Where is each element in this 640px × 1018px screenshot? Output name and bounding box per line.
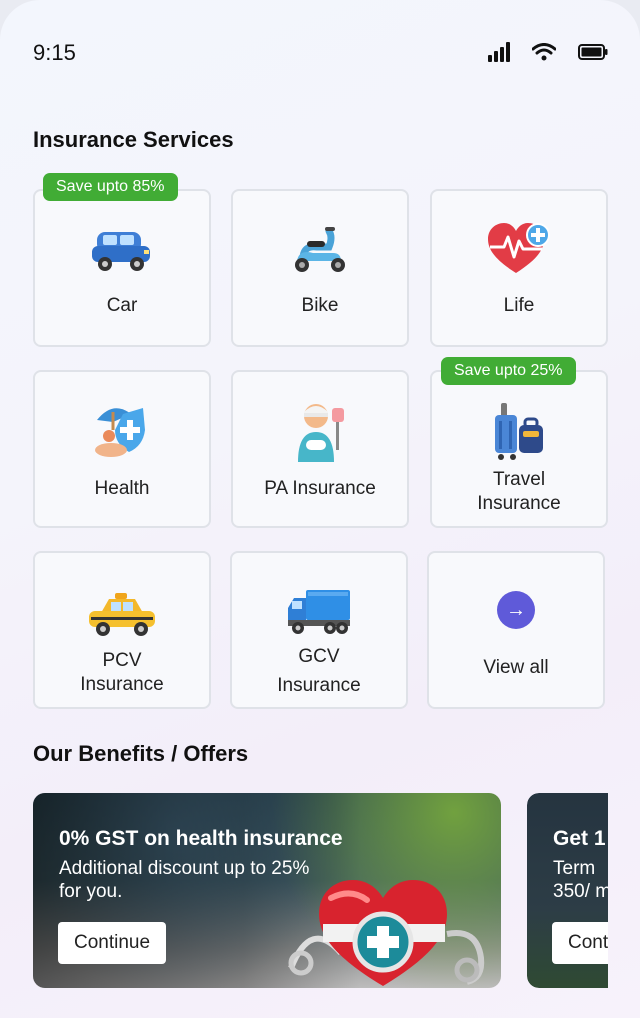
status-time: 9:15 [33, 40, 76, 65]
status-bar: 9:15 [0, 0, 640, 110]
arrow-right-icon: → [497, 591, 535, 629]
status-icons [488, 42, 608, 62]
travel-label-line2: Insurance [477, 493, 561, 514]
tile-pcv-insurance-label: PCV Insurance [35, 649, 209, 697]
offer-term-text: Get 1 Term 350/ m [553, 827, 608, 903]
luggage-icon [484, 400, 554, 462]
tile-travel-insurance[interactable]: Travel Insurance [430, 370, 608, 528]
taxi-icon [87, 583, 157, 645]
tile-pa-insurance[interactable]: PA Insurance [231, 370, 409, 528]
offer-card-gst[interactable]: 0% GST on health insurance Additional di… [33, 793, 501, 988]
insurance-services-title: Insurance Services [33, 127, 234, 152]
battery-icon [578, 44, 608, 60]
gcv-label-line1: GCV [298, 646, 340, 667]
offer-card-term[interactable]: Get 1 Term 350/ m Continue [527, 793, 608, 988]
tile-view-all[interactable]: → View all [427, 551, 605, 709]
offer-term-subtitle-line2: 350/ m [553, 881, 608, 902]
offer-term-continue-button[interactable]: Continue [552, 922, 608, 964]
health-shield-icon [87, 400, 157, 462]
tile-life[interactable]: Life [430, 189, 608, 347]
offer-gst-continue-button[interactable]: Continue [58, 922, 167, 964]
car-save-badge: Save upto 85% [43, 173, 178, 201]
offer-gst-subtitle-line1: Additional discount up to 25% [59, 858, 310, 879]
offer-term-subtitle-line1: Term [553, 858, 596, 879]
injured-person-icon [285, 400, 355, 462]
wifi-icon [532, 43, 556, 61]
tile-car-label: Car [106, 295, 138, 316]
scooter-icon [285, 218, 355, 280]
phone-screen: 9:15 Insurance Services Save upto 85% Ca… [0, 0, 640, 1018]
tile-view-all-label: View all [483, 657, 549, 678]
tile-life-label: Life [503, 295, 535, 316]
offer-term-title: Get 1 [553, 827, 606, 850]
gcv-label-line2: Insurance [277, 675, 361, 696]
tile-pa-insurance-label: PA Insurance [264, 478, 376, 499]
offer-term-subtitle: Term 350/ m [553, 857, 608, 903]
offer-gst-title: 0% GST on health insurance [59, 827, 343, 850]
offer-gst-text: 0% GST on health insurance Additional di… [59, 827, 343, 903]
tile-travel-insurance-label: Travel Insurance [432, 468, 606, 516]
tile-bike-label: Bike [301, 295, 339, 316]
travel-save-badge: Save upto 25% [441, 357, 576, 385]
benefits-offers-title: Our Benefits / Offers [33, 741, 249, 766]
tile-health[interactable]: Health [33, 370, 211, 528]
tile-gcv-insurance[interactable]: GCV Insurance [230, 551, 408, 709]
tile-pcv-insurance[interactable]: PCV Insurance [33, 551, 211, 709]
pcv-label-line2: Insurance [80, 674, 164, 695]
car-icon [87, 218, 157, 280]
tile-car[interactable]: Car [33, 189, 211, 347]
signal-icon [488, 42, 510, 62]
tile-bike[interactable]: Bike [231, 189, 409, 347]
tile-health-label: Health [94, 478, 150, 499]
offer-gst-subtitle-line2: for you. [59, 881, 123, 902]
travel-label-line1: Travel [492, 469, 546, 490]
pcv-label-line1: PCV [102, 650, 142, 671]
truck-icon [284, 581, 354, 643]
offer-gst-subtitle: Additional discount up to 25% for you. [59, 857, 343, 903]
tile-gcv-insurance-label: GCV Insurance [232, 645, 406, 698]
offer-card-term-clip: Get 1 Term 350/ m Continue [527, 793, 608, 988]
heart-plus-icon [484, 218, 554, 280]
